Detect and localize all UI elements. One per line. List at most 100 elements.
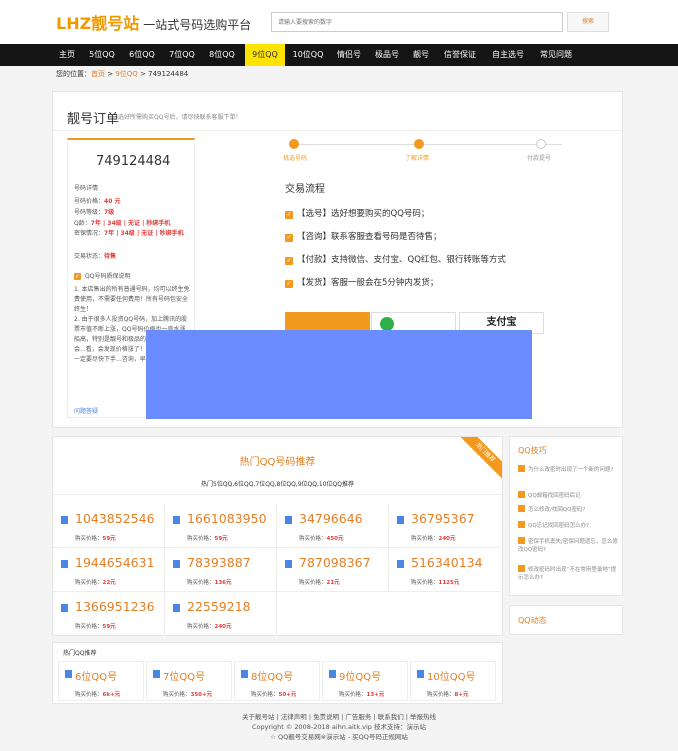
check-icon: ✓: [285, 257, 293, 265]
hot-ribbon: 热门推荐: [459, 437, 502, 479]
flow-item-text: 【发货】客服一般会在5分钟内发货；: [297, 278, 439, 288]
recommend-card[interactable]: 9位QQ号 购买价格：13+元: [322, 661, 408, 701]
search-input[interactable]: [271, 12, 563, 32]
flow-item: ✓ 【付款】支持微信、支付宝、QQ红包、银行转账等方式: [285, 253, 506, 265]
nav-6qq[interactable]: 6位QQ: [124, 44, 160, 66]
doc-icon: [397, 516, 404, 524]
price-label: 号码价格：: [74, 198, 105, 205]
breadcrumb-home[interactable]: 首页: [91, 70, 105, 78]
logo-cn: 靓号站: [91, 14, 140, 33]
step-label-3: 付款提号: [527, 155, 552, 162]
recommend-price: 购买价格：50+元: [251, 692, 297, 698]
breadcrumb-current: 749124484: [148, 70, 189, 78]
tip-link[interactable]: QQ忘记找回密码怎么办?: [518, 521, 618, 530]
hot-numbers-panel: 热门QQ号码推荐 热门5位QQ,6位QQ,7位QQ,8位QQ,9位QQ,10位Q…: [52, 436, 503, 636]
recommend-card[interactable]: 6位QQ号 购买价格：6k+元: [58, 661, 144, 701]
card-price: 购买价格：22元: [75, 580, 116, 586]
breadcrumb-prefix: 您的位置：: [56, 70, 91, 78]
number-card[interactable]: 787098367 购买价格：21元: [277, 548, 389, 592]
card-price: 购买价格：240元: [187, 624, 232, 630]
order-hint: 选好所需购买QQ号后，请尽快联系客服下单！: [118, 114, 242, 121]
divider: [53, 130, 622, 131]
doc-icon: [173, 560, 180, 568]
recommend-card[interactable]: 7位QQ号 购买价格：350+元: [146, 661, 232, 701]
doc-icon: [397, 560, 404, 568]
tips-sidebar: QQ技巧 为什么改密时出现了一个新的问题? QQ邮箱找回密码后记 怎么修改/找回…: [509, 436, 623, 596]
credit-label: 密保情况：: [74, 230, 105, 237]
step-label-2: 了解详情: [405, 155, 430, 162]
nav-premium[interactable]: 极品号: [370, 44, 404, 66]
tip-link[interactable]: 为什么改密时出现了一个新的问题?: [518, 465, 618, 474]
card-number: 34796646: [299, 511, 363, 526]
check-icon: ✓: [285, 280, 293, 288]
recommend-card[interactable]: 10位QQ号 购买价格：8+元: [410, 661, 496, 701]
footer-slogan: ☆ QQ靓号交易网※演示站 - 买QQ号码正规网站: [270, 733, 408, 741]
card-price: 购买价格：21元: [299, 580, 340, 586]
number-card[interactable]: 516340134 购买价格：1125元: [389, 548, 501, 592]
tip-link[interactable]: 修改密码时出现“不在常用登录地”提示怎么办?: [518, 565, 618, 582]
number-card[interactable]: 1944654631 购买价格：22元: [53, 548, 165, 592]
doc-icon: [173, 516, 180, 524]
card-number: 787098367: [299, 555, 371, 570]
number-card[interactable]: 1366951236 购买价格：59元: [53, 592, 165, 636]
number-card[interactable]: 22559218 购买价格：240元: [165, 592, 277, 636]
tip-link[interactable]: QQ邮箱找回密码后记: [518, 491, 618, 500]
bullet-icon: [518, 537, 525, 544]
search-button[interactable]: 搜索: [567, 12, 609, 32]
recommend-card[interactable]: 8位QQ号购买价格：50+元: [234, 661, 320, 701]
credit-value: 7年 | 34级 | 无证 | 秒绑手机: [104, 230, 184, 237]
step-dot-3: [536, 139, 546, 149]
recommend-panel: 热门QQ推荐 6位QQ号 购买价格：6k+元 7位QQ号 购买价格：350+元 8位…: [52, 642, 503, 704]
site-logo[interactable]: LHZ靓号站 一站式号码选购平台: [56, 10, 251, 34]
nav-couple[interactable]: 情侣号: [332, 44, 366, 66]
nav-9qq[interactable]: 9位QQ: [245, 44, 285, 66]
card-price: 购买价格：59元: [75, 624, 116, 630]
nav-5qq[interactable]: 5位QQ: [84, 44, 120, 66]
doc-icon: [417, 670, 424, 678]
q-age-row: Q龄：7年 | 34级 | 无证 | 秒绑手机: [74, 218, 170, 227]
recommend-name: 8位QQ号: [251, 672, 294, 683]
level-value: 7级: [104, 209, 115, 216]
breadcrumb-sep: >: [105, 70, 116, 78]
step-label-1: 挑选号码: [283, 155, 308, 162]
number-card[interactable]: 1043852546 购买价格：59元: [53, 504, 165, 548]
nav-trust[interactable]: 信誉保证: [438, 44, 482, 66]
promise-head: ✓ QQ号码质保说明: [74, 271, 130, 280]
nav-7qq[interactable]: 7位QQ: [164, 44, 200, 66]
number-card[interactable]: 34796646 购买价格：450元: [277, 504, 389, 548]
level-row: 号码等级：7级: [74, 207, 114, 216]
qq-number: 749124484: [96, 154, 171, 169]
logo-latin: LHZ: [56, 14, 92, 33]
tip-link[interactable]: 怎么修改/找回QQ密码?: [518, 505, 618, 514]
check-icon: ✓: [74, 273, 81, 280]
recommend-name: 6位QQ号: [75, 672, 118, 683]
tip-link[interactable]: 密保手机丢失/密保问题遗忘，怎么修改QQ密码?: [518, 537, 618, 554]
number-card[interactable]: 36795367 购买价格：240元: [389, 504, 501, 548]
footer-links[interactable]: 关于靓号站 | 法律声明 | 免责说明 | 广告服务 | 联系我们 | 举报热线: [0, 712, 678, 722]
doc-icon: [65, 670, 72, 678]
doc-icon: [173, 604, 180, 612]
nav-pretty[interactable]: 靓号: [408, 44, 434, 66]
card-number: 1661083950: [187, 511, 267, 526]
faq-link[interactable]: 问题答疑: [74, 406, 98, 415]
breadcrumb-category[interactable]: 9位QQ: [115, 70, 137, 78]
price-value: 40 元: [104, 198, 121, 205]
recommend-name: 10位QQ号: [427, 672, 476, 683]
card-price: 购买价格：59元: [75, 536, 116, 542]
q-age-label: Q龄：: [74, 220, 91, 227]
nav-8qq[interactable]: 8位QQ: [204, 44, 240, 66]
credit-row: 密保情况：7年 | 34级 | 无证 | 秒绑手机: [74, 229, 190, 238]
flow-item: ✓ 【咨询】联系客服查看号码是否待售；: [285, 230, 442, 242]
nav-faq[interactable]: 常见问题: [534, 44, 578, 66]
nav-10qq[interactable]: 10位QQ: [288, 44, 328, 66]
breadcrumb: 您的位置：首页 > 9位QQ > 749124484: [56, 69, 188, 79]
number-card[interactable]: 78393887 购买价格：136元: [165, 548, 277, 592]
bullet-icon: [518, 491, 525, 498]
nav-home[interactable]: 主页: [52, 44, 82, 66]
nav-self-select[interactable]: 自主选号: [486, 44, 530, 66]
number-card[interactable]: 1661083950 购买价格：59元: [165, 504, 277, 548]
step-dot-1: [289, 139, 299, 149]
footer-copyright: Copyright © 2008-2018 aihn.aitk.vip 技术支持…: [252, 723, 426, 731]
status-value: 待售: [104, 253, 117, 260]
site-header: LHZ靓号站一站式号码选购平台 搜索: [0, 0, 678, 44]
